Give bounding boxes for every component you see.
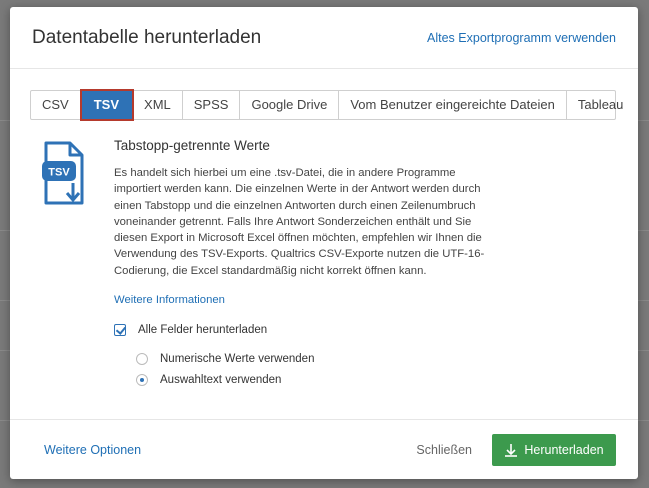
section-title: Tabstopp-getrennte Werte [114, 138, 270, 153]
tab-google-drive[interactable]: Google Drive [240, 91, 340, 119]
checkbox-checked-icon[interactable] [114, 324, 126, 336]
download-button-label: Herunterladen [524, 443, 604, 457]
download-all-fields-checkbox[interactable]: Alle Felder herunterladen [114, 324, 267, 336]
tab-tableau[interactable]: Tableau [567, 91, 635, 119]
radio-choice-text[interactable]: Auswahltext verwenden [136, 374, 281, 386]
tab-spss[interactable]: SPSS [183, 91, 241, 119]
format-tabs: CSV TSV XML SPSS Google Drive Vom Benutz… [30, 89, 623, 121]
radio-numeric-values[interactable]: Numerische Werte verwenden [136, 353, 314, 365]
download-arrow-icon [505, 444, 518, 457]
radio-label: Numerische Werte verwenden [160, 353, 315, 365]
format-description: Es handelt sich hierbei um eine .tsv-Dat… [114, 167, 485, 277]
more-information-link[interactable]: Weitere Informationen [114, 294, 225, 306]
tab-xml[interactable]: XML [133, 91, 183, 119]
old-export-tool-link[interactable]: Altes Exportprogramm verwenden [427, 31, 616, 45]
radio-unselected-icon[interactable] [136, 353, 148, 365]
dialog-title: Datentabelle herunterladen [32, 27, 262, 48]
download-button[interactable]: Herunterladen [492, 434, 616, 466]
tsv-file-icon: TSV [42, 141, 84, 205]
dialog-header: Datentabelle herunterladen Altes Exportp… [10, 7, 638, 69]
radio-label: Auswahltext verwenden [160, 374, 282, 386]
tab-csv[interactable]: CSV [31, 91, 81, 119]
tab-tsv[interactable]: TSV [79, 89, 135, 121]
tab-user-submitted-files[interactable]: Vom Benutzer eingereichte Dateien [339, 91, 567, 119]
close-button[interactable]: Schließen [416, 443, 472, 457]
radio-selected-icon[interactable] [136, 374, 148, 386]
more-options-link[interactable]: Weitere Optionen [44, 443, 141, 457]
dialog-footer: Weitere Optionen Schließen Herunterladen [10, 419, 638, 479]
file-icon-label: TSV [48, 167, 70, 179]
checkbox-label: Alle Felder herunterladen [138, 324, 268, 336]
download-data-table-dialog: Datentabelle herunterladen Altes Exportp… [10, 7, 638, 479]
